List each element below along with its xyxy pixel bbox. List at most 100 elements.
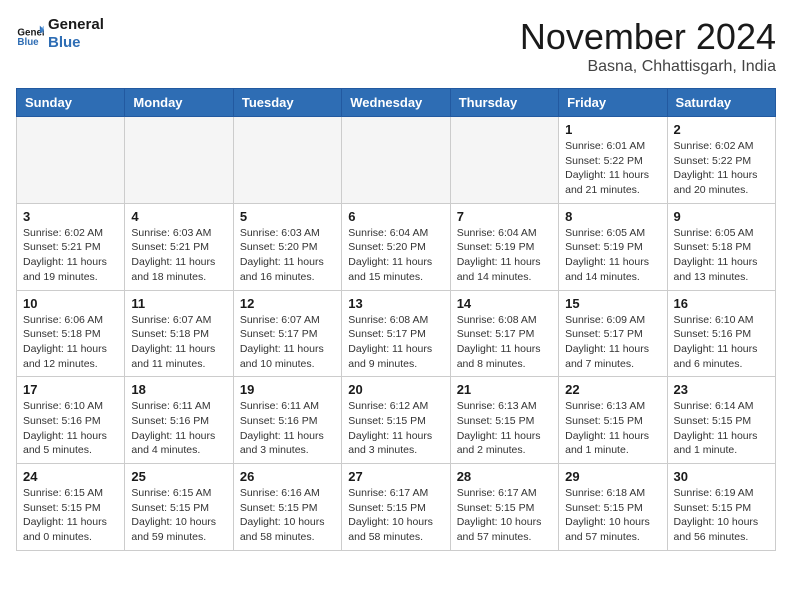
calendar-cell: 14 Sunrise: 6:08 AM Sunset: 5:17 PM Dayli… [450, 290, 558, 377]
page-header: General Blue General Blue November 2024 … [16, 16, 776, 76]
cell-info: Sunrise: 6:03 AM Sunset: 5:20 PM Dayligh… [240, 226, 335, 285]
cell-info: Sunrise: 6:17 AM Sunset: 5:15 PM Dayligh… [457, 486, 552, 545]
title-block: November 2024 Basna, Chhattisgarh, India [520, 16, 776, 76]
cell-info: Sunrise: 6:06 AM Sunset: 5:18 PM Dayligh… [23, 313, 118, 372]
calendar-cell: 20 Sunrise: 6:12 AM Sunset: 5:15 PM Dayli… [342, 377, 450, 464]
day-number: 7 [457, 209, 552, 224]
location-title: Basna, Chhattisgarh, India [520, 58, 776, 76]
day-number: 26 [240, 469, 335, 484]
calendar-cell: 16 Sunrise: 6:10 AM Sunset: 5:16 PM Dayli… [667, 290, 775, 377]
cell-info: Sunrise: 6:08 AM Sunset: 5:17 PM Dayligh… [348, 313, 443, 372]
calendar-cell: 18Sunrise: 6:11 AM Sunset: 5:16 PM Dayli… [125, 377, 233, 464]
cell-info: Sunrise: 6:07 AM Sunset: 5:17 PM Dayligh… [240, 313, 335, 372]
cell-info: Sunrise: 6:13 AM Sunset: 5:15 PM Dayligh… [565, 399, 660, 458]
cell-info: Sunrise: 6:18 AM Sunset: 5:15 PM Dayligh… [565, 486, 660, 545]
day-number: 29 [565, 469, 660, 484]
calendar-header-row: SundayMondayTuesdayWednesdayThursdayFrid… [17, 89, 776, 117]
cell-info: Sunrise: 6:03 AM Sunset: 5:21 PM Dayligh… [131, 226, 226, 285]
day-number: 10 [23, 296, 118, 311]
day-number: 5 [240, 209, 335, 224]
calendar-cell: 1 Sunrise: 6:01 AM Sunset: 5:22 PM Daylig… [559, 117, 667, 204]
day-number: 20 [348, 382, 443, 397]
calendar-cell: 29 Sunrise: 6:18 AM Sunset: 5:15 PM Dayli… [559, 464, 667, 551]
day-number: 22 [565, 382, 660, 397]
cell-info: Sunrise: 6:11 AM Sunset: 5:16 PM Dayligh… [240, 399, 335, 458]
calendar-cell: 8Sunrise: 6:05 AM Sunset: 5:19 PM Daylig… [559, 203, 667, 290]
cell-info: Sunrise: 6:05 AM Sunset: 5:19 PM Dayligh… [565, 226, 660, 285]
day-number: 12 [240, 296, 335, 311]
day-number: 17 [23, 382, 118, 397]
logo: General Blue General Blue [16, 16, 104, 52]
cell-info: Sunrise: 6:12 AM Sunset: 5:15 PM Dayligh… [348, 399, 443, 458]
cell-info: Sunrise: 6:01 AM Sunset: 5:22 PM Dayligh… [565, 139, 660, 198]
calendar-cell: 13 Sunrise: 6:08 AM Sunset: 5:17 PM Dayli… [342, 290, 450, 377]
day-number: 24 [23, 469, 118, 484]
cell-info: Sunrise: 6:07 AM Sunset: 5:18 PM Dayligh… [131, 313, 226, 372]
calendar-cell [342, 117, 450, 204]
calendar-cell: 7 Sunrise: 6:04 AM Sunset: 5:19 PM Daylig… [450, 203, 558, 290]
calendar-cell: 28 Sunrise: 6:17 AM Sunset: 5:15 PM Dayli… [450, 464, 558, 551]
cell-info: Sunrise: 6:08 AM Sunset: 5:17 PM Dayligh… [457, 313, 552, 372]
calendar-cell [233, 117, 341, 204]
calendar-cell: 26 Sunrise: 6:16 AM Sunset: 5:15 PM Dayli… [233, 464, 341, 551]
day-number: 14 [457, 296, 552, 311]
calendar-cell [450, 117, 558, 204]
cell-info: Sunrise: 6:10 AM Sunset: 5:16 PM Dayligh… [674, 313, 769, 372]
day-number: 3 [23, 209, 118, 224]
calendar-cell: 15 Sunrise: 6:09 AM Sunset: 5:17 PM Dayli… [559, 290, 667, 377]
calendar-week-4: 17 Sunrise: 6:10 AM Sunset: 5:16 PM Dayli… [17, 377, 776, 464]
calendar-cell: 12 Sunrise: 6:07 AM Sunset: 5:17 PM Dayli… [233, 290, 341, 377]
cell-info: Sunrise: 6:05 AM Sunset: 5:18 PM Dayligh… [674, 226, 769, 285]
month-title: November 2024 [520, 16, 776, 58]
calendar-cell: 4Sunrise: 6:03 AM Sunset: 5:21 PM Daylig… [125, 203, 233, 290]
calendar-cell [17, 117, 125, 204]
day-number: 16 [674, 296, 769, 311]
calendar-week-2: 3Sunrise: 6:02 AM Sunset: 5:21 PM Daylig… [17, 203, 776, 290]
day-number: 30 [674, 469, 769, 484]
day-number: 6 [348, 209, 443, 224]
day-number: 1 [565, 122, 660, 137]
logo-text-blue: Blue [48, 34, 104, 52]
weekday-header-monday: Monday [125, 89, 233, 117]
calendar-week-1: 1 Sunrise: 6:01 AM Sunset: 5:22 PM Daylig… [17, 117, 776, 204]
calendar-cell: 2 Sunrise: 6:02 AM Sunset: 5:22 PM Daylig… [667, 117, 775, 204]
day-number: 18 [131, 382, 226, 397]
day-number: 15 [565, 296, 660, 311]
cell-info: Sunrise: 6:16 AM Sunset: 5:15 PM Dayligh… [240, 486, 335, 545]
calendar-cell: 24 Sunrise: 6:15 AM Sunset: 5:15 PM Dayli… [17, 464, 125, 551]
cell-info: Sunrise: 6:04 AM Sunset: 5:19 PM Dayligh… [457, 226, 552, 285]
weekday-header-sunday: Sunday [17, 89, 125, 117]
day-number: 2 [674, 122, 769, 137]
day-number: 21 [457, 382, 552, 397]
cell-info: Sunrise: 6:02 AM Sunset: 5:22 PM Dayligh… [674, 139, 769, 198]
cell-info: Sunrise: 6:15 AM Sunset: 5:15 PM Dayligh… [131, 486, 226, 545]
calendar-week-3: 10 Sunrise: 6:06 AM Sunset: 5:18 PM Dayli… [17, 290, 776, 377]
cell-info: Sunrise: 6:15 AM Sunset: 5:15 PM Dayligh… [23, 486, 118, 545]
calendar-cell: 22 Sunrise: 6:13 AM Sunset: 5:15 PM Dayli… [559, 377, 667, 464]
calendar-cell: 11 Sunrise: 6:07 AM Sunset: 5:18 PM Dayli… [125, 290, 233, 377]
day-number: 28 [457, 469, 552, 484]
day-number: 23 [674, 382, 769, 397]
day-number: 13 [348, 296, 443, 311]
calendar-cell: 25 Sunrise: 6:15 AM Sunset: 5:15 PM Dayli… [125, 464, 233, 551]
weekday-header-thursday: Thursday [450, 89, 558, 117]
weekday-header-wednesday: Wednesday [342, 89, 450, 117]
day-number: 25 [131, 469, 226, 484]
calendar-cell: 30 Sunrise: 6:19 AM Sunset: 5:15 PM Dayli… [667, 464, 775, 551]
calendar-cell: 9Sunrise: 6:05 AM Sunset: 5:18 PM Daylig… [667, 203, 775, 290]
calendar-cell: 19Sunrise: 6:11 AM Sunset: 5:16 PM Dayli… [233, 377, 341, 464]
cell-info: Sunrise: 6:13 AM Sunset: 5:15 PM Dayligh… [457, 399, 552, 458]
day-number: 11 [131, 296, 226, 311]
weekday-header-saturday: Saturday [667, 89, 775, 117]
calendar-cell: 17 Sunrise: 6:10 AM Sunset: 5:16 PM Dayli… [17, 377, 125, 464]
cell-info: Sunrise: 6:04 AM Sunset: 5:20 PM Dayligh… [348, 226, 443, 285]
day-number: 27 [348, 469, 443, 484]
cell-info: Sunrise: 6:19 AM Sunset: 5:15 PM Dayligh… [674, 486, 769, 545]
calendar-cell: 3Sunrise: 6:02 AM Sunset: 5:21 PM Daylig… [17, 203, 125, 290]
cell-info: Sunrise: 6:09 AM Sunset: 5:17 PM Dayligh… [565, 313, 660, 372]
cell-info: Sunrise: 6:10 AM Sunset: 5:16 PM Dayligh… [23, 399, 118, 458]
calendar-cell: 5 Sunrise: 6:03 AM Sunset: 5:20 PM Daylig… [233, 203, 341, 290]
calendar-week-5: 24 Sunrise: 6:15 AM Sunset: 5:15 PM Dayli… [17, 464, 776, 551]
calendar-cell: 23Sunrise: 6:14 AM Sunset: 5:15 PM Dayli… [667, 377, 775, 464]
logo-text-general: General [48, 16, 104, 34]
